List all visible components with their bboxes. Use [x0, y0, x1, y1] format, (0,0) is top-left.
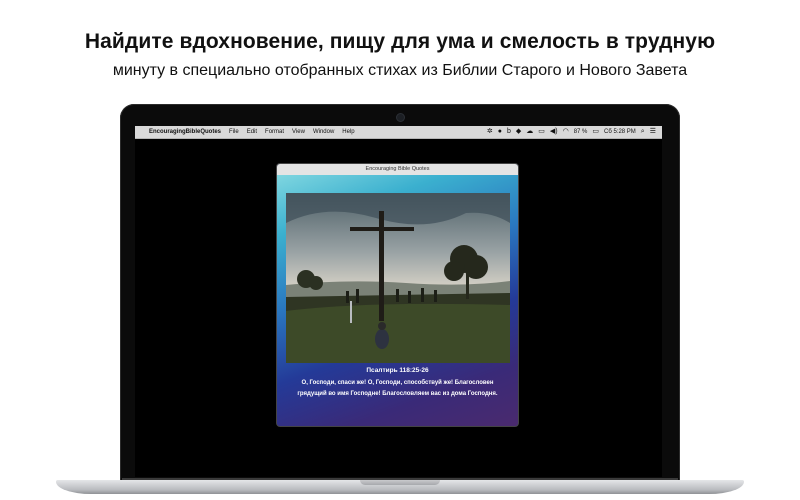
- menu-file[interactable]: File: [229, 126, 239, 138]
- menu-bar: EncouragingBibleQuotes File Edit Format …: [135, 126, 662, 139]
- cloud-icon[interactable]: ☁: [526, 126, 533, 138]
- battery-icon[interactable]: ▭: [592, 126, 599, 138]
- dropbox-icon[interactable]: ◆: [516, 126, 521, 138]
- menu-format[interactable]: Format: [265, 126, 284, 138]
- menu-view[interactable]: View: [292, 126, 305, 138]
- menu-app-name[interactable]: EncouragingBibleQuotes: [149, 126, 221, 138]
- cross-landscape-image: [286, 193, 510, 363]
- laptop-screen: EncouragingBibleQuotes File Edit Format …: [135, 126, 662, 477]
- menu-help[interactable]: Help: [342, 126, 354, 138]
- promo-subheadline: минуту в специально отобранных стихах из…: [112, 62, 688, 79]
- battery-percent[interactable]: 87 %: [574, 126, 588, 138]
- menu-edit[interactable]: Edit: [247, 126, 257, 138]
- laptop-notch: [360, 480, 440, 485]
- promo-headline: Найдите вдохновение, пищу для ума и смел…: [84, 30, 716, 53]
- b-icon[interactable]: b: [507, 126, 511, 138]
- volume-icon[interactable]: ◀): [550, 126, 558, 138]
- menu-window[interactable]: Window: [313, 126, 334, 138]
- camera-icon: [397, 114, 404, 121]
- verse-reference: Псалтирь 118:25-26: [366, 367, 429, 374]
- airplay-icon[interactable]: ▭: [538, 126, 545, 138]
- verse-photo: [286, 193, 510, 363]
- wifi-icon[interactable]: ◠: [563, 126, 569, 138]
- gradient-background: Псалтирь 118:25-26 О, Господи, спаси же!…: [277, 175, 518, 426]
- shield-icon[interactable]: ●: [498, 126, 502, 138]
- list-icon[interactable]: ☰: [650, 126, 656, 138]
- clock[interactable]: Сб 5:28 PM: [604, 126, 636, 138]
- brightness-icon[interactable]: ✲: [487, 126, 493, 138]
- app-window: Encouraging Bible Quotes Псалтирь 118:25…: [277, 164, 518, 426]
- search-icon[interactable]: ⌕: [641, 126, 645, 138]
- verse-text: О, Господи, спаси же! О, Господи, способ…: [297, 380, 498, 397]
